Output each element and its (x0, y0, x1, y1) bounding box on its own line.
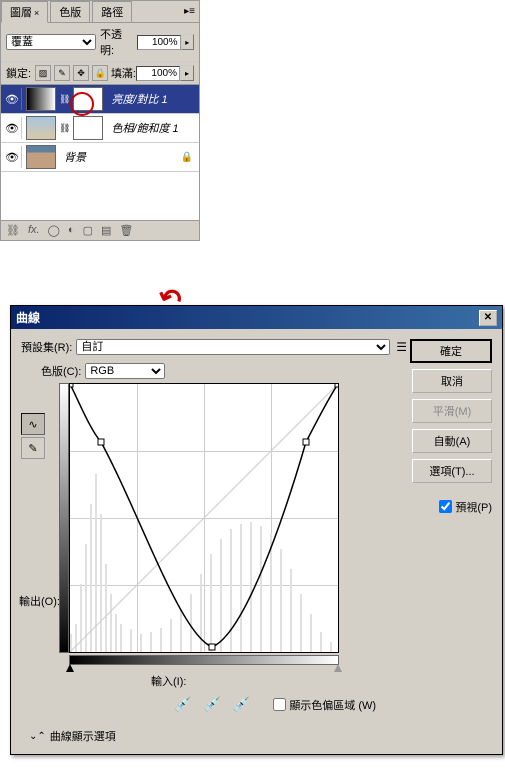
mask-icon[interactable]: ◯ (48, 224, 60, 237)
adjustment-icon[interactable]: ◐ (68, 224, 75, 237)
tab-close-icon[interactable]: × (34, 8, 39, 18)
chevron-icon: ⌄⌃ (29, 731, 46, 742)
visibility-icon[interactable]: 👁 (3, 88, 22, 110)
preset-menu-icon[interactable]: ☰ (396, 340, 407, 354)
curve-point (335, 384, 338, 387)
blend-mode-select[interactable]: 覆蓋 (6, 34, 96, 50)
output-gradient (59, 383, 69, 653)
link-icon: ⛓ (59, 123, 70, 134)
tab-channels[interactable]: 色版 (50, 1, 90, 22)
input-gradient[interactable] (69, 655, 339, 665)
fx-icon[interactable]: fx. (28, 224, 40, 237)
mask-thumbnail[interactable] (73, 116, 103, 140)
fill-label: 填滿: (111, 65, 136, 81)
layer-thumbnail[interactable] (26, 145, 56, 169)
panel-tabs: 圖層× 色版 路徑 ▸≡ (1, 1, 199, 23)
ok-button[interactable]: 確定 (410, 339, 492, 363)
lock-label: 鎖定: (6, 65, 31, 81)
curve-point (209, 644, 215, 650)
draw-curve-icon[interactable]: ✎ (21, 437, 45, 459)
layer-row[interactable]: 👁 背景 🔒 (1, 143, 199, 172)
curve-point (70, 384, 73, 387)
gray-eyedropper-icon[interactable]: 💉 (200, 693, 223, 716)
options-button[interactable]: 選項(T)... (412, 459, 492, 483)
layer-thumbnail[interactable] (26, 87, 56, 111)
opacity-arrow-icon[interactable]: ▸ (181, 34, 194, 50)
mask-thumbnail[interactable] (73, 87, 103, 111)
input-label: 輸入(I): (151, 673, 407, 689)
baseline-diagonal (70, 384, 338, 652)
lock-badge-icon: 🔒 (181, 152, 193, 163)
black-point-slider[interactable] (66, 664, 74, 672)
fill-arrow-icon[interactable]: ▸ (180, 65, 194, 81)
lock-pixels-icon[interactable]: ✎ (54, 65, 70, 81)
output-label: 輸出(O): (19, 593, 60, 609)
group-icon[interactable]: ▢ (83, 224, 93, 237)
link-icon: ⛓ (59, 94, 70, 105)
histogram (70, 384, 338, 652)
link-layers-icon[interactable]: ⛓ (6, 224, 20, 237)
dialog-title: 曲線 (16, 309, 40, 326)
layer-name[interactable]: 背景 (64, 149, 86, 165)
layer-name[interactable]: 色相/飽和度 1 (111, 120, 178, 136)
lock-fill-row: 鎖定: ▨ ✎ ✥ 🔒 填滿: ▸ (1, 62, 199, 85)
visibility-icon[interactable]: 👁 (3, 117, 22, 139)
preset-select[interactable]: 自訂 (76, 339, 390, 355)
blend-opacity-row: 覆蓋 不透明: ▸ (1, 23, 199, 62)
layer-row[interactable]: 👁 ⛓ 亮度/對比 1 (1, 85, 199, 114)
smooth-button[interactable]: 平滑(M) (412, 399, 492, 423)
trash-icon[interactable]: 🗑 (119, 224, 133, 237)
layers-panel: 圖層× 色版 路徑 ▸≡ 覆蓋 不透明: ▸ 鎖定: ▨ ✎ ✥ 🔒 填滿: ▸… (0, 0, 200, 241)
auto-button[interactable]: 自動(A) (412, 429, 492, 453)
close-icon[interactable]: ✕ (479, 310, 497, 326)
layer-list: 👁 ⛓ 亮度/對比 1 👁 ⛓ 色相/飽和度 1 👁 (1, 85, 199, 220)
black-eyedropper-icon[interactable]: 💉 (171, 693, 194, 716)
panel-footer: ⛓ fx. ◯ ◐ ▢ ▤ 🗑 (1, 220, 199, 240)
dialog-titlebar[interactable]: 曲線 ✕ (11, 306, 502, 329)
panel-menu-icon[interactable]: ▸≡ (184, 6, 195, 17)
cursor-highlight (70, 92, 94, 116)
opacity-input[interactable] (137, 35, 181, 50)
layer-thumbnail[interactable] (26, 116, 56, 140)
cancel-button[interactable]: 取消 (412, 369, 492, 393)
layer-row[interactable]: 👁 ⛓ 色相/飽和度 1 (1, 114, 199, 143)
layer-name[interactable]: 亮度/對比 1 (111, 91, 167, 107)
lock-transparent-icon[interactable]: ▨ (35, 65, 51, 81)
tab-layers[interactable]: 圖層× (1, 1, 48, 23)
channel-label: 色版(C): (41, 363, 81, 379)
white-point-slider[interactable] (334, 664, 342, 672)
display-options-toggle[interactable]: ⌄⌃ 曲線顯示選項 (29, 728, 407, 744)
fill-input[interactable] (136, 66, 180, 81)
white-eyedropper-icon[interactable]: 💉 (230, 693, 253, 716)
preview-checkbox[interactable]: 預視(P) (435, 497, 492, 516)
lock-icons: ▨ ✎ ✥ 🔒 (35, 65, 108, 81)
show-clipping-checkbox[interactable]: 顯示色偏區域 (W) (269, 695, 376, 714)
preset-label: 預設集(R): (21, 339, 72, 355)
lock-position-icon[interactable]: ✥ (73, 65, 89, 81)
curve-area: ∿ ✎ 輸出(O): (41, 383, 407, 716)
channel-select[interactable]: RGB (85, 363, 165, 379)
tab-paths[interactable]: 路徑 (92, 1, 132, 22)
visibility-icon[interactable]: 👁 (3, 146, 22, 168)
curve-point (303, 439, 309, 445)
curves-dialog: 曲線 ✕ 預設集(R): 自訂 ☰ 色版(C): RGB ∿ ✎ 輸出(O): (10, 305, 503, 755)
lock-all-icon[interactable]: 🔒 (92, 65, 108, 81)
point-curve-icon[interactable]: ∿ (21, 413, 45, 435)
curve-grid[interactable] (69, 383, 339, 653)
new-layer-icon[interactable]: ▤ (101, 224, 111, 237)
curve-point (98, 439, 104, 445)
opacity-label: 不透明: (100, 26, 135, 58)
